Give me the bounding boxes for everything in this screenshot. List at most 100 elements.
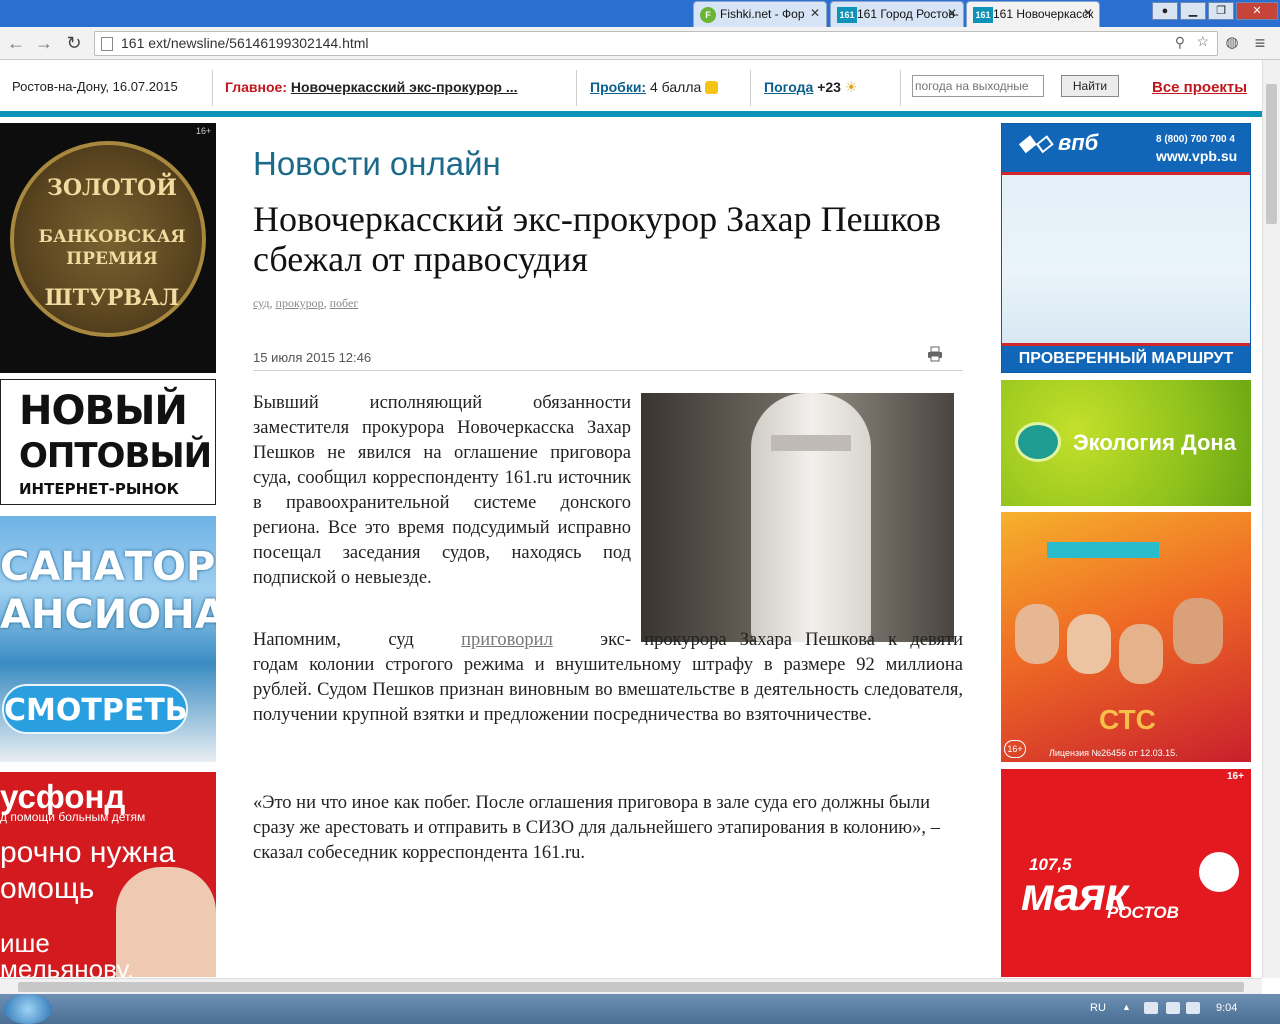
ad-vpb-bank[interactable]: ◆◇ впб 8 (800) 700 700 4 www.vpb.su ПРОВ… [1001, 123, 1251, 373]
close-tab-icon[interactable]: ✕ [810, 6, 820, 20]
mayak-disc-icon [1199, 852, 1239, 892]
ad-wholesale-market[interactable]: НОВЫЙ ОПТОВЫЙ ИНТЕРНЕТ-РЫНОК [0, 379, 216, 505]
divider [212, 70, 213, 106]
scroll-thumb[interactable] [1266, 84, 1277, 224]
paragraph-text: экс- [600, 630, 632, 650]
watch-button[interactable]: СМОТРЕТЬ [2, 684, 188, 734]
ad-golden-helm[interactable]: ЗОЛОТОЙ БАНКОВСКАЯ ПРЕМИЯ ШТУРВАЛ 16+ [0, 123, 216, 373]
weather-link[interactable]: Погода [764, 79, 813, 95]
weather-widget: Погода +23 ☀ [764, 79, 857, 96]
tag-link[interactable]: побег [330, 296, 359, 310]
page-icon [101, 37, 113, 51]
vertical-scrollbar[interactable] [1262, 60, 1280, 978]
section-title: Новости онлайн [253, 145, 501, 182]
close-tab-icon[interactable]: ✕ [1083, 6, 1093, 20]
close-tab-icon[interactable]: ✕ [947, 6, 957, 20]
age-badge: 16+ [1227, 771, 1244, 782]
fishki-favicon-icon: F [700, 7, 716, 23]
search-input[interactable] [912, 75, 1044, 97]
ad-text: ИНТЕРНЕТ-РЫНОК [19, 480, 179, 498]
sentenced-link[interactable]: приговорил [461, 630, 553, 650]
tab-fishki[interactable]: F Fishki.net - Фор ✕ [693, 1, 827, 27]
article-photo-themis [641, 393, 954, 642]
bookmark-star-icon[interactable]: ☆ [1196, 33, 1209, 50]
tab-161-city[interactable]: 161 161 Город Ростов- ✕ [830, 1, 964, 27]
browser-tab-strip: F Fishki.net - Фор ✕ 161 161 Город Росто… [0, 0, 1280, 27]
tab-161-article[interactable]: 161 161 Новочеркасск ✕ [966, 1, 1100, 27]
start-button[interactable] [4, 994, 52, 1024]
helm-wheel-icon: ЗОЛОТОЙ БАНКОВСКАЯ ПРЕМИЯ ШТУРВАЛ [10, 141, 206, 337]
scroll-thumb[interactable] [18, 982, 1244, 992]
site-161-favicon-icon: 161 [973, 7, 993, 23]
traffic-widget: Пробки: 4 балла [590, 79, 719, 95]
traffic-link[interactable]: Пробки: [590, 79, 646, 95]
tag-link[interactable]: прокурор [276, 296, 324, 310]
ad-mayak-radio[interactable]: 16+ 107,5 маяк РОСТОВ [1001, 769, 1251, 977]
actor-photo [1119, 624, 1163, 684]
main-news-link[interactable]: Новочеркасский экс-прокурор ... [291, 79, 518, 95]
article-paragraph-1: Бывший исполняющий обязанности заместите… [253, 393, 631, 588]
statue-shape [751, 393, 871, 642]
language-indicator[interactable]: RU [1090, 1002, 1106, 1014]
vpb-red-line [1002, 172, 1250, 175]
ad-text: БАНКОВСКАЯ [38, 227, 186, 247]
forward-icon[interactable]: → [34, 33, 54, 53]
address-bar[interactable]: 161 ext/newsline/56146199302144.html ⚲ ☆ [94, 31, 1218, 56]
ad-text: рочно нужна [0, 836, 176, 869]
weather-value: +23 [817, 79, 841, 95]
ad-ctc-tv[interactable]: СТС 16+ Лицензия №26456 от 12.03.15. [1001, 512, 1251, 762]
find-button[interactable]: Найти [1061, 75, 1119, 97]
site-161-favicon-icon: 161 [837, 7, 857, 23]
actor-photo [1067, 614, 1111, 674]
display-icon[interactable] [1186, 1002, 1200, 1014]
network-icon[interactable] [1144, 1002, 1158, 1014]
city-date: Ростов-на-Дону, 16.07.2015 [12, 79, 178, 94]
reload-icon[interactable]: ↻ [64, 33, 84, 53]
main-news: Главное: Новочеркасский экс-прокурор ... [225, 79, 518, 95]
ecology-logo-icon [1015, 422, 1061, 462]
menu-icon[interactable]: ≡ [1250, 33, 1270, 53]
age-badge: 16+ [196, 126, 212, 136]
all-projects-link[interactable]: Все проекты [1152, 79, 1247, 96]
divider [253, 370, 963, 371]
ctc-license: Лицензия №26456 от 12.03.15. [1049, 748, 1178, 758]
sun-cloud-icon: ☀ [844, 79, 858, 95]
article-title: Новочеркасский экс-прокурор Захар Пешков… [253, 199, 941, 279]
ad-text: ЗОЛОТОЙ [47, 175, 177, 201]
url-text: 161 ext/newsline/56146199302144.html [121, 35, 369, 51]
ad-ecology-don[interactable]: Экология Дона [1001, 380, 1251, 506]
article-date: 15 июля 2015 12:46 [253, 350, 372, 365]
close-window-icon[interactable]: ✕ [1236, 2, 1278, 20]
minimize-icon[interactable]: ▁ [1180, 2, 1206, 20]
divider [750, 70, 751, 106]
ad-text: мельянову, [0, 954, 134, 977]
divider [900, 70, 901, 106]
vpb-logo: ◆◇ впб [1018, 130, 1099, 155]
zoom-icon[interactable]: ⚲ [1175, 34, 1185, 51]
actor-photo [1173, 598, 1223, 664]
volume-icon[interactable] [1166, 1002, 1180, 1014]
actor-photo [1015, 604, 1059, 664]
ctc-logo: СТС [1099, 704, 1156, 735]
ctc-banner-strip [1047, 542, 1159, 558]
ad-sanatorium[interactable]: САНАТОРИИ АНСИОНАТЫ СМОТРЕТЬ [0, 516, 216, 762]
header-accent-bar [0, 111, 1262, 117]
mayak-city: РОСТОВ [1107, 903, 1179, 922]
restore-icon[interactable]: ❐ [1208, 2, 1234, 20]
extension-icon[interactable]: ◍ [1222, 33, 1242, 53]
tray-expand-icon[interactable]: ▲ [1122, 1002, 1136, 1014]
tag-link[interactable]: суд [253, 296, 270, 310]
ad-text: омощь [0, 872, 95, 905]
print-icon[interactable] [927, 346, 943, 362]
ad-text: АНСИОНАТЫ [0, 592, 216, 638]
ad-rusfond[interactable]: усфонд д помощи больным детям рочно нужн… [0, 772, 216, 977]
vpb-phone: 8 (800) 700 700 4 [1156, 134, 1235, 145]
clock[interactable]: 9:04 [1216, 1002, 1237, 1014]
paragraph-text: Напомним, суд [253, 630, 414, 650]
user-icon[interactable]: ● [1152, 2, 1178, 20]
traffic-value: 4 балла [649, 79, 702, 95]
back-icon[interactable]: ← [6, 33, 26, 53]
horizontal-scrollbar[interactable] [0, 978, 1262, 994]
traffic-level-icon [705, 81, 719, 94]
ad-text: ОПТОВЫЙ [19, 436, 212, 476]
